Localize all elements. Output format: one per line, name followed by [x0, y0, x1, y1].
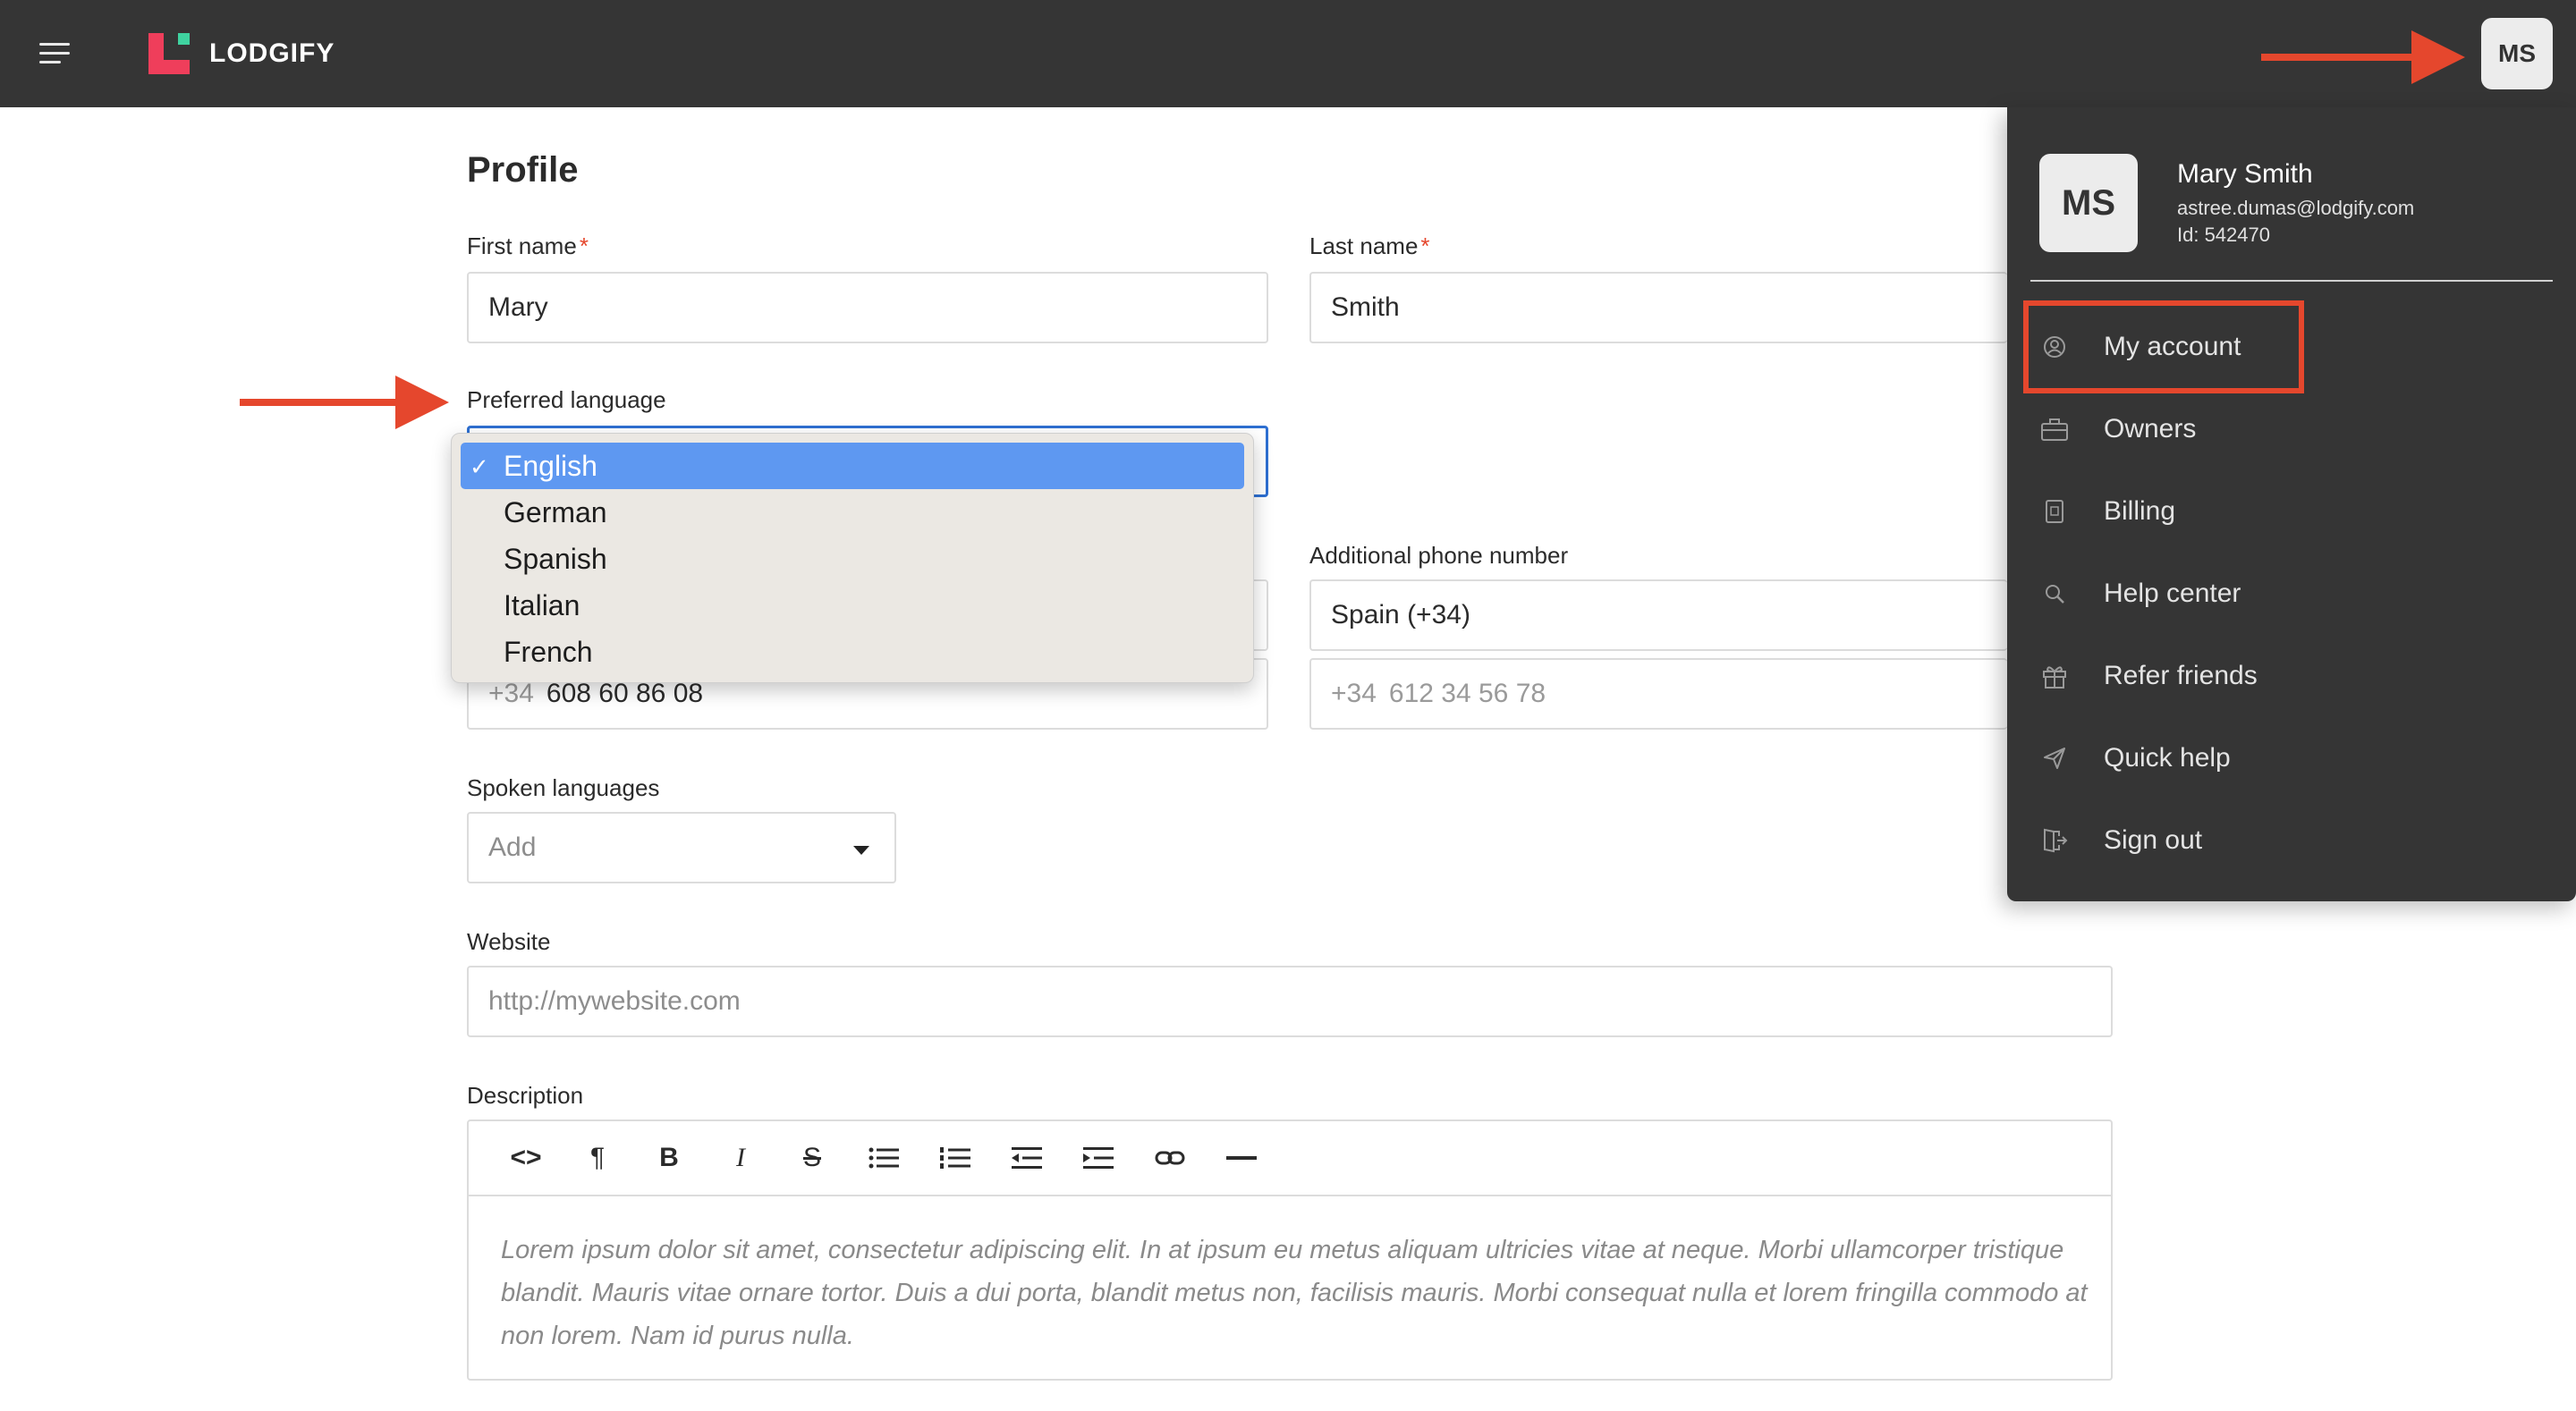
code-view-icon[interactable]: <> [490, 1131, 562, 1185]
gift-icon [2039, 661, 2070, 691]
menu-divider [2030, 280, 2553, 282]
menu-avatar: MS [2039, 154, 2138, 252]
description-editor[interactable]: <> ¶ B I S Lorem ipsum dolor sit amet, c… [467, 1120, 2113, 1381]
additional-phone-label: Additional phone number [1309, 542, 1569, 569]
logo[interactable]: LODGIFY [148, 32, 335, 75]
brand-name: LODGIFY [209, 38, 335, 68]
preferred-language-label: Preferred language [467, 386, 666, 413]
description-label: Description [467, 1082, 584, 1109]
required-mark: * [1420, 232, 1430, 259]
indent-icon[interactable] [1063, 1131, 1134, 1185]
additional-phone-country-select[interactable]: Spain (+34) [1309, 579, 2007, 651]
horizontal-rule-icon[interactable] [1206, 1131, 1277, 1185]
spoken-languages-label: Spoken languages [467, 774, 660, 801]
menu-icon[interactable] [39, 43, 70, 64]
phone-prefix: +34 [488, 679, 534, 708]
annotation-arrow-icon [240, 376, 449, 429]
editor-toolbar: <> ¶ B I S [469, 1121, 2111, 1196]
last-name-label: Last name * [1309, 232, 1430, 259]
language-option-spanish[interactable]: Spanish [461, 536, 1244, 582]
invoice-icon [2039, 496, 2070, 527]
search-icon [2039, 579, 2070, 609]
outdent-icon[interactable] [991, 1131, 1063, 1185]
italic-icon[interactable]: I [705, 1131, 776, 1185]
checkmark-icon: ✓ [470, 453, 489, 480]
paper-plane-icon [2039, 743, 2070, 773]
logo-icon [148, 33, 190, 74]
spoken-languages-select[interactable]: Add [467, 812, 896, 883]
menu-item-help-center[interactable]: Help center [2039, 567, 2540, 621]
bold-icon[interactable]: B [633, 1131, 705, 1185]
menu-item-my-account[interactable]: My account [2039, 320, 2540, 374]
website-label: Website [467, 928, 551, 955]
user-circle-icon [2039, 332, 2070, 362]
first-name-input[interactable]: Mary [467, 272, 1268, 343]
menu-item-billing[interactable]: Billing [2039, 485, 2540, 538]
language-dropdown-list[interactable]: ✓ English German Spanish Italian French [451, 433, 1254, 683]
description-text[interactable]: Lorem ipsum dolor sit amet, consectetur … [469, 1196, 2111, 1357]
language-option-italian[interactable]: Italian [461, 582, 1244, 629]
required-mark: * [579, 232, 589, 259]
sign-out-icon [2039, 825, 2070, 856]
additional-phone-prefix: +34 [1331, 679, 1377, 708]
menu-item-owners[interactable]: Owners [2039, 402, 2540, 456]
first-name-label: First name * [467, 232, 589, 259]
briefcase-icon [2039, 414, 2070, 444]
account-menu: MS Mary Smith astree.dumas@lodgify.com I… [2007, 107, 2576, 901]
annotation-arrow-icon [2261, 30, 2465, 84]
user-name: Mary Smith [2177, 159, 2313, 189]
link-icon[interactable] [1134, 1131, 1206, 1185]
menu-item-quick-help[interactable]: Quick help [2039, 731, 2540, 785]
top-bar: LODGIFY MS [0, 0, 2576, 107]
strikethrough-icon[interactable]: S [776, 1131, 848, 1185]
user-email: astree.dumas@lodgify.com [2177, 197, 2415, 219]
menu-item-sign-out[interactable]: Sign out [2039, 814, 2540, 867]
user-id: Id: 542470 [2177, 224, 2270, 246]
page-title: Profile [467, 150, 579, 190]
language-option-german[interactable]: German [461, 489, 1244, 536]
language-option-english[interactable]: ✓ English [461, 443, 1244, 489]
avatar-button[interactable]: MS [2481, 18, 2553, 89]
numbered-list-icon[interactable] [919, 1131, 991, 1185]
menu-item-refer-friends[interactable]: Refer friends [2039, 649, 2540, 703]
paragraph-icon[interactable]: ¶ [562, 1131, 633, 1185]
bullet-list-icon[interactable] [848, 1131, 919, 1185]
additional-phone-input[interactable]: +34 612 34 56 78 [1309, 658, 2007, 730]
caret-down-icon [853, 846, 869, 855]
website-input[interactable]: http://mywebsite.com [467, 966, 2113, 1037]
language-option-french[interactable]: French [461, 629, 1244, 675]
last-name-input[interactable]: Smith [1309, 272, 2007, 343]
